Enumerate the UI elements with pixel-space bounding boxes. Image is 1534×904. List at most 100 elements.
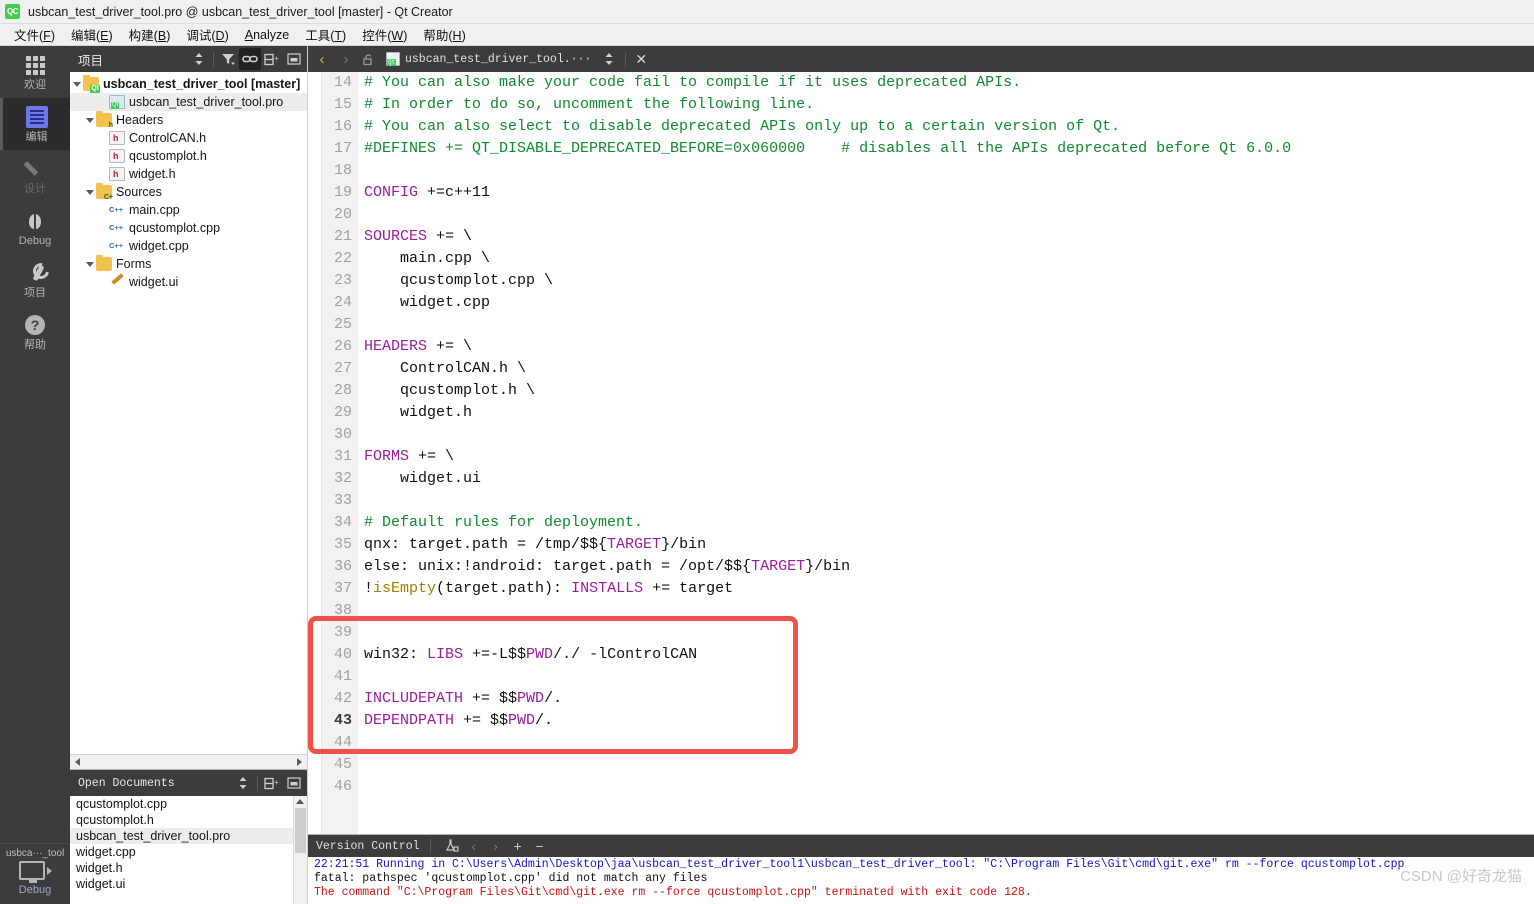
tree-item[interactable]: qcustomplot.h — [70, 147, 307, 165]
code-line[interactable]: CONFIG +=c++11 — [364, 182, 1534, 204]
sync-selection-icon[interactable] — [188, 48, 210, 70]
tree-item[interactable]: widget.ui — [70, 273, 307, 291]
tree-item[interactable]: qcustomplot.cpp — [70, 219, 307, 237]
open-document-item[interactable]: widget.ui — [70, 876, 307, 892]
open-documents-scrollbar[interactable] — [293, 796, 307, 904]
code-line[interactable] — [364, 754, 1534, 776]
scroll-up-icon[interactable] — [296, 799, 304, 804]
code-line[interactable]: #DEFINES += QT_DISABLE_DEPRECATED_BEFORE… — [364, 138, 1534, 160]
code-line[interactable] — [364, 314, 1534, 336]
chevron-right-icon[interactable]: › — [334, 47, 358, 71]
code-line[interactable]: else: unix:!android: target.path = /opt/… — [364, 556, 1534, 578]
breakpoint-margin[interactable] — [308, 72, 322, 834]
code-line[interactable] — [364, 732, 1534, 754]
tree-item[interactable]: Forms — [70, 255, 307, 273]
code-line[interactable]: # In order to do so, uncomment the follo… — [364, 94, 1534, 116]
mode-item-debug[interactable]: Debug — [0, 202, 70, 254]
menu-analyze[interactable]: Analyze — [237, 26, 297, 44]
split-icon[interactable]: + — [261, 48, 283, 70]
mode-item-projects[interactable]: 项目 — [0, 254, 70, 306]
project-tree[interactable]: Qtusbcan_test_driver_tool [master]usbcan… — [70, 72, 307, 754]
next-icon[interactable]: › — [485, 835, 507, 857]
code-line[interactable]: qcustomplot.cpp \ — [364, 270, 1534, 292]
chevron-down-icon[interactable] — [70, 81, 83, 87]
output-pane-body[interactable]: 22:21:51 Running in C:\Users\Admin\Deskt… — [308, 857, 1534, 904]
open-documents-list[interactable]: qcustomplot.cpp qcustomplot.h usbcan_test_… — [70, 796, 307, 904]
code-line[interactable]: win32: LIBS +=-L$$PWD/./ -lControlCAN — [364, 644, 1534, 666]
code-line[interactable]: # Default rules for deployment. — [364, 512, 1534, 534]
scroll-left-icon[interactable] — [75, 758, 80, 766]
link-with-editor-icon[interactable] — [239, 48, 261, 70]
prev-icon[interactable]: ‹ — [463, 835, 485, 857]
code-line[interactable]: DEPENDPATH += $$PWD/. — [364, 710, 1534, 732]
unlocked-padlock-icon[interactable] — [358, 53, 380, 66]
tree-item[interactable]: usbcan_test_driver_tool.pro — [70, 93, 307, 111]
updown-arrows-icon[interactable] — [597, 47, 621, 71]
open-document-item[interactable]: qcustomplot.h — [70, 812, 307, 828]
menu-window[interactable]: 控件(W) — [354, 23, 415, 46]
code-line[interactable]: INCLUDEPATH += $$PWD/. — [364, 688, 1534, 710]
chevron-down-icon[interactable] — [83, 117, 96, 123]
code-line[interactable] — [364, 776, 1534, 798]
tree-item[interactable]: Qt usbcan_test_driver_tool [master] — [70, 75, 307, 93]
editor-tab-active[interactable]: usbcan_test_driver_tool.··· — [380, 46, 598, 72]
menu-edit[interactable]: 编辑(E) — [63, 23, 121, 46]
mode-item-help[interactable]: ? 帮助 — [0, 306, 70, 358]
menu-help[interactable]: 帮助(H) — [415, 23, 473, 46]
mode-item-edit[interactable]: 编辑 — [0, 98, 70, 150]
open-document-item[interactable]: widget.cpp — [70, 844, 307, 860]
code-text-area[interactable]: # You can also make your code fail to co… — [358, 72, 1534, 834]
chevron-left-icon[interactable]: ‹ — [310, 47, 334, 71]
code-line[interactable]: qcustomplot.h \ — [364, 380, 1534, 402]
open-document-item[interactable]: qcustomplot.cpp — [70, 796, 307, 812]
zoom-in-icon[interactable]: + — [507, 835, 529, 857]
menu-tools[interactable]: 工具(T) — [297, 23, 354, 46]
filter-icon[interactable] — [217, 48, 239, 70]
menu-file[interactable]: 文件(F) — [6, 23, 63, 46]
code-editor[interactable]: 14 15 16 17 18 19 20 21 22 23 24 25 26 27 28 29 30 31 32 33… — [308, 72, 1534, 834]
code-line[interactable]: widget.ui — [364, 468, 1534, 490]
menu-build[interactable]: 构建(B) — [121, 23, 179, 46]
code-line[interactable]: FORMS += \ — [364, 446, 1534, 468]
close-tab-icon[interactable]: ✕ — [630, 51, 652, 68]
code-line[interactable] — [364, 622, 1534, 644]
code-line[interactable] — [364, 490, 1534, 512]
project-tree-hscrollbar[interactable] — [70, 754, 307, 769]
code-line[interactable]: qnx: target.path = /tmp/$${TARGET}/bin — [364, 534, 1534, 556]
tree-item[interactable]: widget.h — [70, 165, 307, 183]
tree-item[interactable]: C+ Sources — [70, 183, 307, 201]
code-line[interactable]: widget.cpp — [364, 292, 1534, 314]
scrollbar-thumb[interactable] — [295, 808, 306, 853]
kit-selector[interactable]: usbca···_tool Debug — [0, 843, 70, 904]
chevron-down-icon[interactable] — [83, 189, 96, 195]
tree-item[interactable]: ControlCAN.h — [70, 129, 307, 147]
split-icon[interactable]: + — [261, 772, 283, 794]
code-line[interactable] — [364, 424, 1534, 446]
scroll-right-icon[interactable] — [297, 758, 302, 766]
code-line[interactable]: SOURCES += \ — [364, 226, 1534, 248]
code-line[interactable]: ControlCAN.h \ — [364, 358, 1534, 380]
code-line[interactable]: widget.h — [364, 402, 1534, 424]
code-line[interactable]: HEADERS += \ — [364, 336, 1534, 358]
code-line[interactable] — [364, 160, 1534, 182]
code-line[interactable] — [364, 204, 1534, 226]
menu-debug[interactable]: 调试(D) — [178, 23, 236, 46]
code-line[interactable]: main.cpp \ — [364, 248, 1534, 270]
sort-documents-icon[interactable] — [232, 772, 254, 794]
code-line[interactable]: !isEmpty(target.path): INSTALLS += targe… — [364, 578, 1534, 600]
chevron-down-icon[interactable] — [83, 261, 96, 267]
code-line[interactable] — [364, 666, 1534, 688]
close-dock-icon[interactable] — [283, 48, 305, 70]
tree-item[interactable]: main.cpp — [70, 201, 307, 219]
code-line[interactable]: # You can also select to disable depreca… — [364, 116, 1534, 138]
mode-item-welcome[interactable]: 欢迎 — [0, 46, 70, 98]
code-line[interactable]: # You can also make your code fail to co… — [364, 72, 1534, 94]
open-document-item[interactable]: widget.h — [70, 860, 307, 876]
open-document-item[interactable]: usbcan_test_driver_tool.pro — [70, 828, 307, 844]
zoom-out-icon[interactable]: − — [529, 835, 551, 857]
code-line[interactable] — [364, 600, 1534, 622]
mode-item-design[interactable]: 设计 — [0, 150, 70, 202]
tree-item[interactable]: h Headers — [70, 111, 307, 129]
output-filter-icon[interactable] — [441, 835, 463, 857]
close-dock-icon[interactable] — [283, 772, 305, 794]
